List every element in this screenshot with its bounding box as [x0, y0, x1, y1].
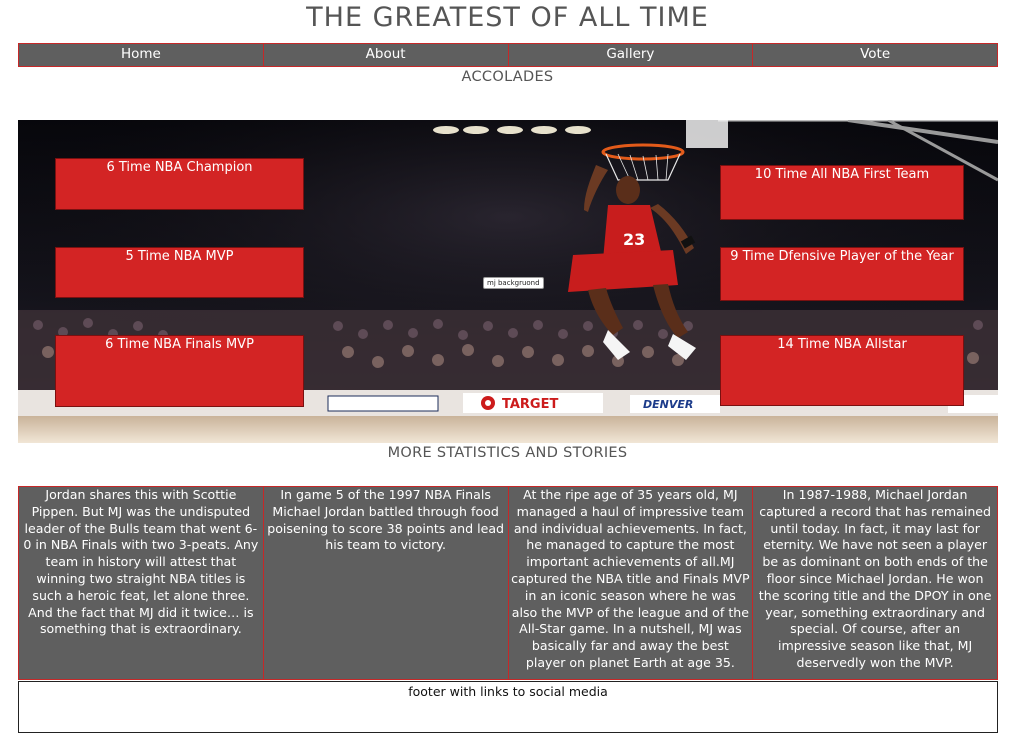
image-alt-text: mj backgruond	[483, 277, 544, 289]
stories-row: Jordan shares this with Scottie Pippen. …	[18, 486, 998, 680]
accolade-finals-mvp: 6 Time NBA Finals MVP	[55, 335, 304, 407]
accolade-nba-champion: 6 Time NBA Champion	[55, 158, 304, 210]
accolade-all-nba-first-team: 10 Time All NBA First Team	[720, 165, 964, 220]
denver-sign: DENVER	[643, 398, 693, 411]
story-card: Jordan shares this with Scottie Pippen. …	[19, 487, 264, 679]
story-card: In game 5 of the 1997 NBA Finals Michael…	[264, 487, 509, 679]
target-sign: TARGET	[502, 397, 558, 412]
nav-gallery-link[interactable]: Gallery	[509, 44, 754, 66]
site-title: THE GREATEST OF ALL TIME	[306, 2, 709, 33]
accolade-defensive-player: 9 Time Dfensive Player of the Year	[720, 247, 964, 301]
story-card: In 1987-1988, Michael Jordan captured a …	[758, 487, 992, 670]
accolade-allstar: 14 Time NBA Allstar	[720, 335, 964, 406]
more-statistics-heading: MORE STATISTICS AND STORIES	[387, 445, 628, 461]
accolade-nba-mvp: 5 Time NBA MVP	[55, 247, 304, 298]
accolades-heading: ACCOLADES	[461, 69, 554, 85]
main-nav: Home About Gallery Vote	[18, 43, 998, 67]
story-card: At the ripe age of 35 years old, MJ mana…	[509, 487, 754, 679]
nav-vote-link[interactable]: Vote	[753, 44, 997, 66]
svg-text:23: 23	[623, 230, 645, 249]
accolades-hero-image: TARGET DENVER 23 6 Time NBA Champion 5 T…	[18, 120, 998, 443]
nav-home-link[interactable]: Home	[19, 44, 264, 66]
footer: footer with links to social media	[18, 681, 998, 733]
nav-about-link[interactable]: About	[264, 44, 509, 66]
